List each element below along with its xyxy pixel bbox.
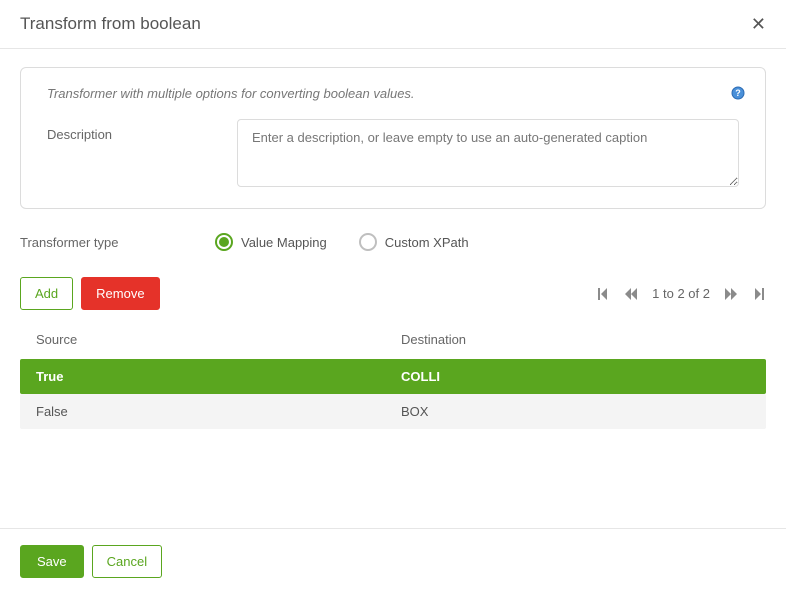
column-source: Source (28, 332, 393, 347)
cell-destination: BOX (393, 404, 758, 419)
table-header: Source Destination (20, 332, 766, 359)
panel-intro-text: Transformer with multiple options for co… (47, 86, 739, 101)
pager-prev-icon[interactable] (624, 288, 638, 300)
description-panel: Transformer with multiple options for co… (20, 67, 766, 209)
transformer-type-label: Transformer type (20, 235, 215, 250)
svg-text:?: ? (735, 88, 741, 98)
radio-label: Custom XPath (385, 235, 469, 250)
description-row: Description (47, 119, 739, 190)
dialog-title: Transform from boolean (20, 14, 201, 34)
radio-custom-xpath[interactable]: Custom XPath (359, 233, 469, 251)
table-toolbar: Add Remove 1 to 2 of 2 (20, 277, 766, 310)
column-destination: Destination (393, 332, 758, 347)
dialog-content: Transformer with multiple options for co… (0, 49, 786, 429)
radio-label: Value Mapping (241, 235, 327, 250)
dialog-header: Transform from boolean ✕ (0, 0, 786, 49)
mapping-table: Source Destination True COLLI False BOX (20, 332, 766, 429)
pager: 1 to 2 of 2 (596, 286, 766, 301)
pager-next-icon[interactable] (724, 288, 738, 300)
cell-source: False (28, 404, 393, 419)
description-input[interactable] (237, 119, 739, 187)
transformer-type-row: Transformer type Value Mapping Custom XP… (20, 233, 766, 251)
pager-last-icon[interactable] (752, 288, 766, 300)
transformer-type-group: Value Mapping Custom XPath (215, 233, 469, 251)
radio-value-mapping[interactable]: Value Mapping (215, 233, 327, 251)
description-label: Description (47, 119, 237, 142)
remove-button[interactable]: Remove (81, 277, 159, 310)
table-row[interactable]: True COLLI (20, 359, 766, 394)
cancel-button[interactable]: Cancel (92, 545, 162, 578)
add-button[interactable]: Add (20, 277, 73, 310)
dialog-footer: Save Cancel (0, 528, 786, 594)
close-button[interactable]: ✕ (751, 15, 766, 33)
radio-icon (215, 233, 233, 251)
save-button[interactable]: Save (20, 545, 84, 578)
help-icon[interactable]: ? (731, 86, 745, 100)
pager-text: 1 to 2 of 2 (652, 286, 710, 301)
cell-destination: COLLI (393, 369, 758, 384)
table-row[interactable]: False BOX (20, 394, 766, 429)
cell-source: True (28, 369, 393, 384)
radio-icon (359, 233, 377, 251)
pager-first-icon[interactable] (596, 288, 610, 300)
